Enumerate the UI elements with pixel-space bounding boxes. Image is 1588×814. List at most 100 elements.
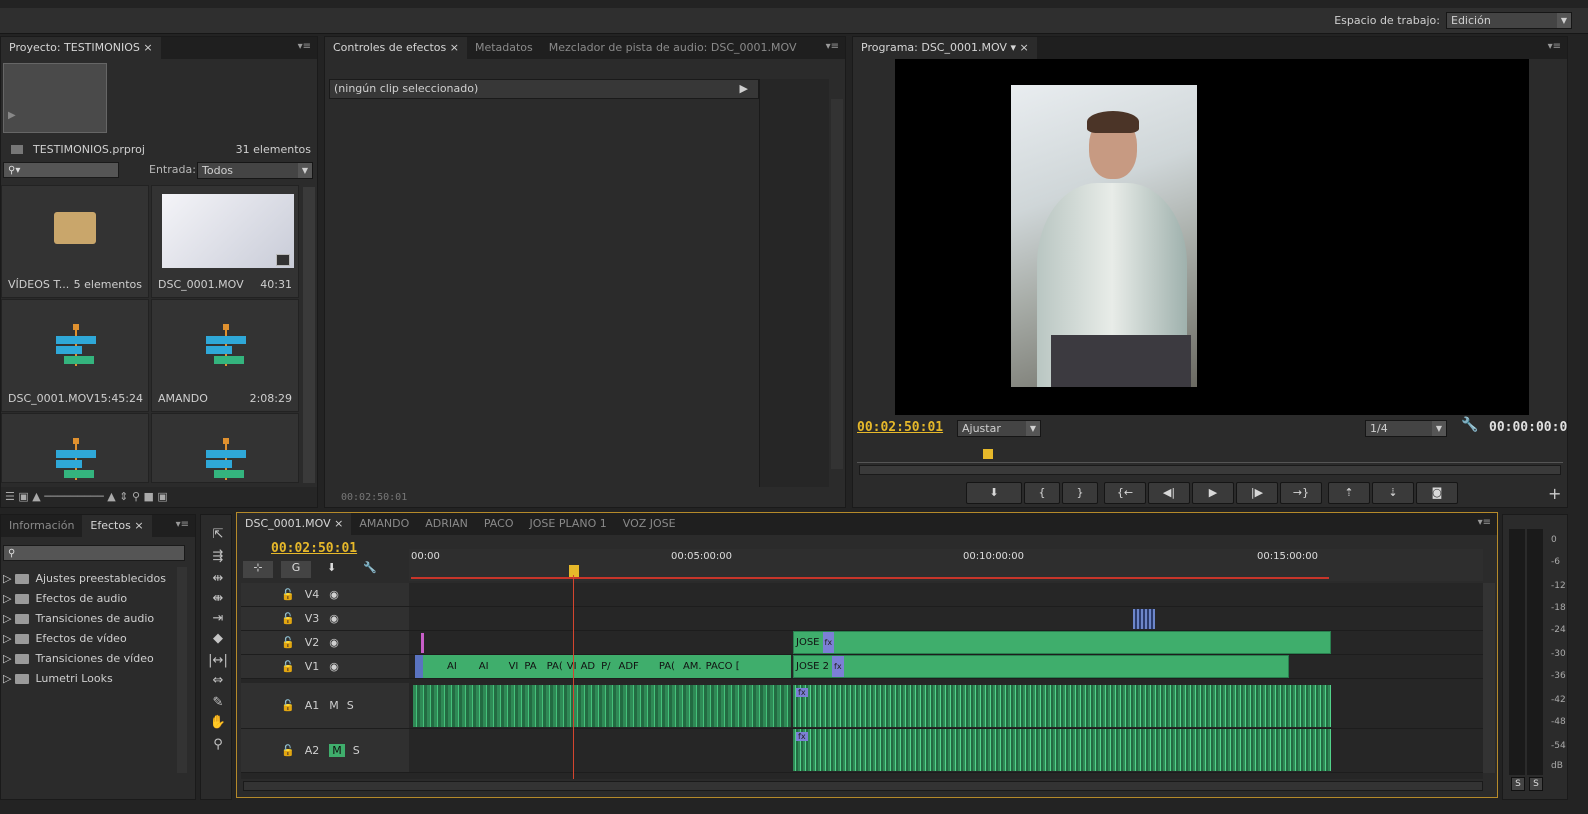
- effects-item[interactable]: ▷ Transiciones de vídeo: [3, 649, 175, 669]
- project-search-input[interactable]: ⚲▾: [3, 162, 119, 178]
- tab-sequence-jose-plano[interactable]: JOSE PLANO 1: [521, 513, 614, 535]
- eye-icon[interactable]: ◉: [329, 612, 339, 625]
- extract-button[interactable]: ⇣: [1372, 482, 1414, 504]
- lock-icon[interactable]: 🔓: [281, 612, 295, 625]
- eye-icon[interactable]: ◉: [329, 636, 339, 649]
- add-marker-icon[interactable]: ⬇: [327, 561, 336, 574]
- time-ruler[interactable]: 00:00 00:05:00:00 00:10:00:00 00:15:00:0…: [409, 549, 1483, 581]
- playhead-marker[interactable]: [983, 449, 993, 459]
- pen-tool-icon[interactable]: ✎: [207, 695, 229, 715]
- play-button[interactable]: ▶: [1192, 482, 1234, 504]
- bin-item-folder[interactable]: VÍDEOS T... 5 elementos: [1, 185, 149, 298]
- panel-menu-icon[interactable]: ▾≡: [1478, 517, 1491, 528]
- bin-item-sequence[interactable]: AMANDO 2:08:29: [151, 299, 299, 412]
- timeline-timecode[interactable]: 00:02:50:01: [271, 541, 357, 556]
- clip-v1-jose2[interactable]: JOSE 2 fx: [793, 655, 1289, 678]
- tab-sequence-paco[interactable]: PACO: [476, 513, 522, 535]
- tab-effects[interactable]: Efectos ×: [82, 515, 152, 537]
- play-icon[interactable]: ▶: [8, 110, 16, 121]
- clip-label[interactable]: PA: [524, 661, 536, 672]
- solo-right-button[interactable]: S: [1529, 777, 1543, 791]
- add-button-icon[interactable]: +: [1548, 484, 1561, 503]
- effects-item[interactable]: ▷ Efectos de audio: [3, 589, 175, 609]
- chevron-right-icon[interactable]: ▶: [740, 80, 748, 98]
- lock-icon[interactable]: 🔓: [281, 636, 295, 649]
- tab-effect-controls[interactable]: Controles de efectos ×: [325, 37, 467, 59]
- lift-button[interactable]: ⇡: [1328, 482, 1370, 504]
- panel-menu-icon[interactable]: ▾≡: [176, 519, 189, 530]
- entry-dropdown[interactable]: Todos ▼: [197, 162, 313, 179]
- lock-icon[interactable]: 🔓: [281, 744, 295, 757]
- effects-item[interactable]: ▷ Lumetri Looks: [3, 669, 175, 689]
- clip-label[interactable]: PACO [: [706, 661, 740, 672]
- clip-label[interactable]: ADF: [619, 661, 639, 672]
- resolution-dropdown[interactable]: 1/4 ▼: [1365, 420, 1447, 437]
- wrench-icon[interactable]: 🔧: [363, 561, 377, 574]
- panel-menu-icon[interactable]: ▾≡: [1548, 41, 1561, 52]
- solo-button[interactable]: S: [347, 699, 354, 712]
- effects-item[interactable]: ▷ Ajustes preestablecidos: [3, 569, 175, 589]
- clip-label[interactable]: PA(: [547, 661, 563, 672]
- panel-menu-icon[interactable]: ▾≡: [826, 41, 839, 52]
- program-timecode[interactable]: 00:02:50:01: [857, 420, 943, 435]
- workspace-dropdown[interactable]: Edición ▼: [1446, 12, 1572, 29]
- tab-sequence-dsc[interactable]: DSC_0001.MOV ×: [237, 513, 352, 535]
- track-select-tool-icon[interactable]: ⇶: [207, 549, 229, 569]
- tab-project[interactable]: Proyecto: TESTIMONIOS ×: [1, 37, 161, 59]
- a1-clips[interactable]: [413, 685, 791, 727]
- tab-info[interactable]: Información: [1, 515, 82, 537]
- lock-icon[interactable]: 🔓: [281, 588, 295, 601]
- lock-icon[interactable]: 🔓: [281, 699, 295, 712]
- fit-dropdown[interactable]: Ajustar ▼: [957, 420, 1041, 437]
- clip-label[interactable]: AM.: [683, 661, 702, 672]
- effect-scrollbar[interactable]: [831, 99, 843, 469]
- clip-label[interactable]: VI: [509, 661, 519, 672]
- step-forward-button[interactable]: |▶: [1236, 482, 1278, 504]
- clip-label[interactable]: AI: [479, 661, 489, 672]
- effects-scrollbar[interactable]: [177, 567, 187, 773]
- tab-sequence-voz-jose[interactable]: VOZ JOSE: [615, 513, 684, 535]
- program-scrubber[interactable]: [857, 445, 1563, 463]
- lock-icon[interactable]: 🔓: [281, 660, 295, 673]
- tab-program[interactable]: Programa: DSC_0001.MOV ▾ ×: [853, 37, 1037, 59]
- clip-label[interactable]: VI: [567, 661, 577, 672]
- effects-search-input[interactable]: ⚲: [3, 545, 185, 561]
- tab-audio-mixer[interactable]: Mezclador de pista de audio: DSC_0001.MO…: [541, 37, 805, 59]
- rate-stretch-tool-icon[interactable]: ⇥: [207, 611, 229, 631]
- clip-v2-pink[interactable]: [421, 633, 424, 653]
- solo-button[interactable]: S: [353, 744, 360, 757]
- ripple-edit-tool-icon[interactable]: ⇹: [207, 571, 229, 591]
- snap-icon[interactable]: ⊹: [243, 561, 273, 578]
- mute-button[interactable]: M: [329, 699, 339, 712]
- mute-button[interactable]: M: [329, 744, 345, 757]
- selection-tool-icon[interactable]: ⇱: [207, 527, 229, 547]
- clip-blue[interactable]: [415, 655, 423, 678]
- a1-clip-jose[interactable]: fx: [793, 685, 1331, 727]
- bin-item-sequence[interactable]: DSC_0001.MOV 15:45:24: [1, 299, 149, 412]
- eye-icon[interactable]: ◉: [329, 588, 339, 601]
- project-scrollbar[interactable]: [303, 187, 315, 483]
- timeline-h-scrollbar[interactable]: [243, 781, 1483, 791]
- list-view-icon[interactable]: ☰ ▣ ▲ ───────── ▲ ⇕ ⚲ ■ ▣: [5, 490, 168, 503]
- add-marker-button[interactable]: ⬇: [966, 482, 1022, 504]
- bin-item-sequence[interactable]: [1, 413, 149, 483]
- clip-label[interactable]: AD: [581, 661, 596, 672]
- effects-item[interactable]: ▷ Transiciones de audio: [3, 609, 175, 629]
- program-zoom-bar[interactable]: [859, 465, 1561, 475]
- clip-label[interactable]: PA(: [659, 661, 675, 672]
- step-back-button[interactable]: ◀|: [1148, 482, 1190, 504]
- playhead-handle[interactable]: [569, 565, 579, 577]
- a2-clip-jose[interactable]: fx: [793, 729, 1331, 771]
- slip-tool-icon[interactable]: |↔|: [207, 653, 229, 673]
- mark-out-button[interactable]: }: [1062, 482, 1098, 504]
- panel-menu-icon[interactable]: ▾≡: [298, 41, 311, 52]
- razor-tool-icon[interactable]: ◆: [207, 631, 229, 651]
- go-to-in-button[interactable]: {←: [1104, 482, 1146, 504]
- hand-tool-icon[interactable]: ✋: [207, 715, 229, 735]
- bin-item-sequence[interactable]: [151, 413, 299, 483]
- rolling-edit-tool-icon[interactable]: ⇼: [207, 591, 229, 611]
- eye-icon[interactable]: ◉: [329, 660, 339, 673]
- linked-selection-icon[interactable]: G: [281, 561, 311, 578]
- timeline-v-scrollbar[interactable]: [1483, 583, 1495, 773]
- slide-tool-icon[interactable]: ⇔: [207, 673, 229, 693]
